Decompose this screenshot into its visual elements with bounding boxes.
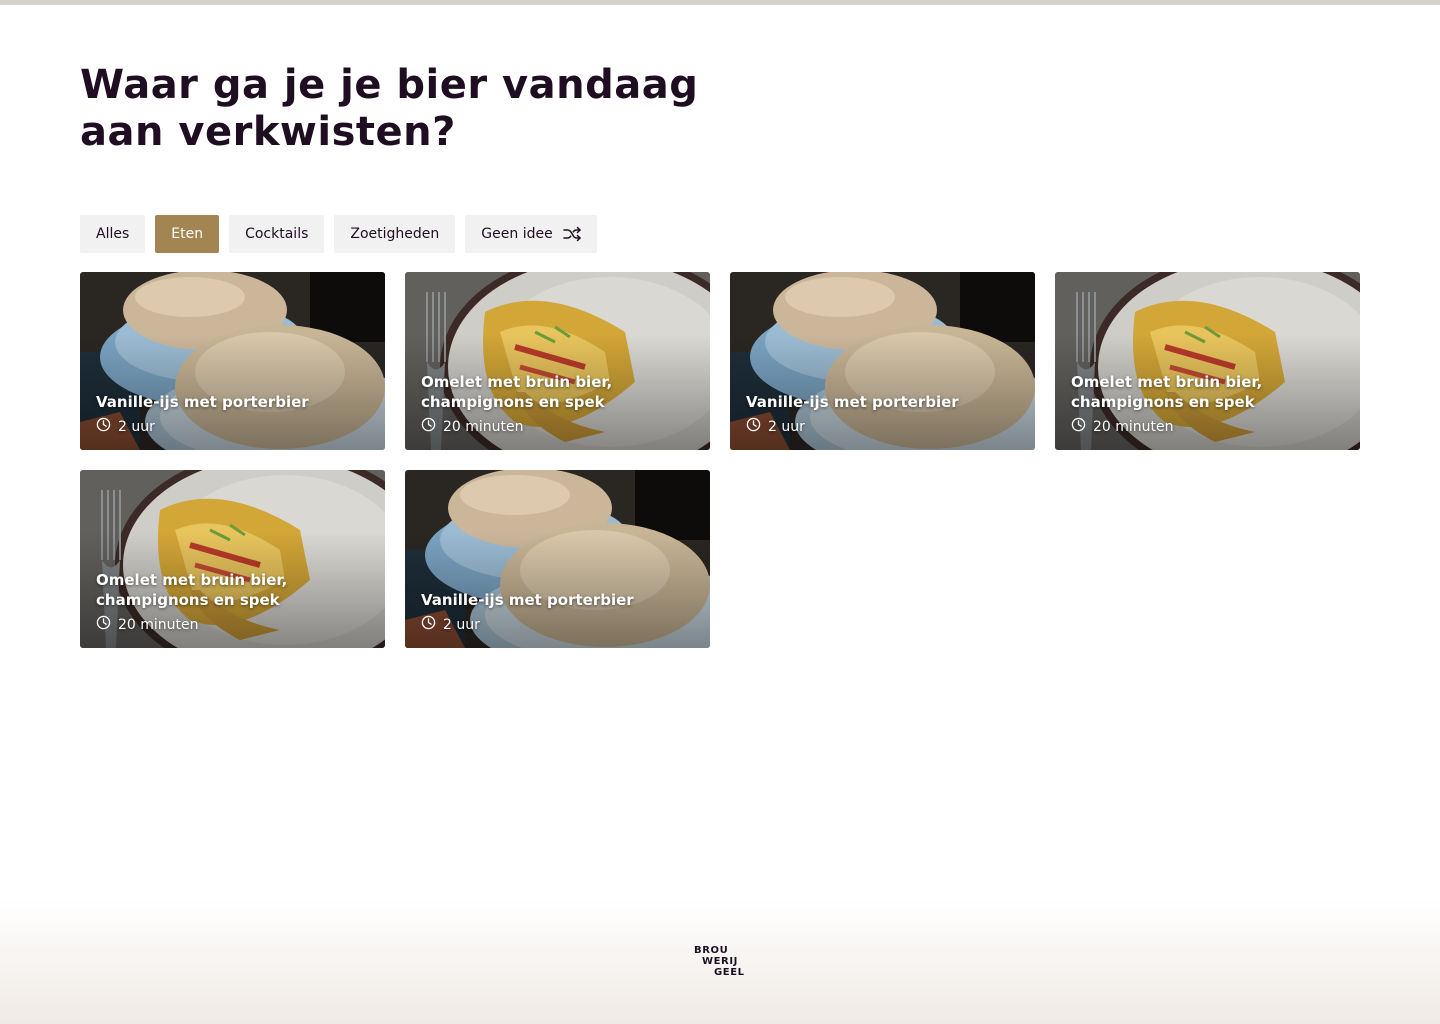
shuffle-icon: [562, 226, 581, 242]
logo-line: WERIJ: [702, 956, 739, 967]
recipe-card[interactable]: Vanille-ijs met porterbier 2 uur: [80, 272, 385, 450]
clock-icon: [1071, 417, 1086, 436]
recipe-card[interactable]: Vanille-ijs met porterbier 2 uur: [405, 470, 710, 648]
filter-label: Geen idee: [481, 226, 553, 242]
recipe-time: 20 minuten: [1071, 417, 1344, 436]
recipe-title: Omelet met bruin bier, champignons en sp…: [1071, 373, 1263, 411]
filter-label: Eten: [171, 226, 204, 242]
clock-icon: [421, 417, 436, 436]
recipe-title: Vanille-ijs met porterbier: [96, 393, 309, 411]
filter-random-button[interactable]: Geen idee: [465, 215, 597, 253]
recipe-title: Omelet met bruin bier, champignons en sp…: [96, 571, 288, 609]
recipe-meta: Vanille-ijs met porterbier 2 uur: [746, 392, 1019, 436]
recipe-card[interactable]: Vanille-ijs met porterbier 2 uur: [730, 272, 1035, 450]
recipe-time-label: 2 uur: [443, 616, 480, 633]
recipe-grid: Vanille-ijs met porterbier 2 uur Omelet …: [80, 272, 1360, 648]
recipe-time-label: 20 minuten: [118, 616, 199, 633]
recipe-title: Vanille-ijs met porterbier: [746, 393, 959, 411]
filter-label: Alles: [96, 226, 130, 242]
recipe-time-label: 20 minuten: [443, 418, 524, 435]
recipe-time-label: 2 uur: [768, 418, 805, 435]
recipe-card[interactable]: Omelet met bruin bier, champignons en sp…: [80, 470, 385, 648]
filter-alles-button[interactable]: Alles: [80, 215, 146, 253]
category-filters: Alles Eten Cocktails Zoetigheden Geen id…: [80, 215, 597, 253]
filter-label: Cocktails: [245, 226, 309, 242]
top-border: [0, 0, 1440, 5]
clock-icon: [96, 615, 111, 634]
recipe-time: 2 uur: [96, 417, 369, 436]
logo-line: GEEL: [714, 967, 745, 978]
recipe-meta: Omelet met bruin bier, champignons en sp…: [96, 570, 369, 634]
recipe-time: 20 minuten: [96, 615, 369, 634]
clock-icon: [746, 417, 761, 436]
recipe-title: Omelet met bruin bier, champignons en sp…: [421, 373, 613, 411]
clock-icon: [421, 615, 436, 634]
filter-zoetigheden-button[interactable]: Zoetigheden: [334, 215, 456, 253]
recipe-time-label: 2 uur: [118, 418, 155, 435]
recipe-time: 2 uur: [746, 417, 1019, 436]
page-title: Waar ga je je bier vandaag aan verkwiste…: [80, 62, 699, 155]
recipe-card[interactable]: Omelet met bruin bier, champignons en sp…: [405, 272, 710, 450]
brouwerij-geel-logo[interactable]: BROU WERIJ GEEL: [694, 945, 750, 978]
recipe-time-label: 20 minuten: [1093, 418, 1174, 435]
filter-cocktails-button[interactable]: Cocktails: [229, 215, 325, 253]
recipe-time: 2 uur: [421, 615, 694, 634]
recipe-meta: Omelet met bruin bier, champignons en sp…: [1071, 372, 1344, 436]
recipe-time: 20 minuten: [421, 417, 694, 436]
recipe-meta: Omelet met bruin bier, champignons en sp…: [421, 372, 694, 436]
recipe-meta: Vanille-ijs met porterbier 2 uur: [96, 392, 369, 436]
recipe-meta: Vanille-ijs met porterbier 2 uur: [421, 590, 694, 634]
filter-eten-button[interactable]: Eten: [155, 215, 220, 253]
logo-line: BROU: [694, 945, 729, 956]
recipe-card[interactable]: Omelet met bruin bier, champignons en sp…: [1055, 272, 1360, 450]
filter-label: Zoetigheden: [350, 226, 440, 242]
clock-icon: [96, 417, 111, 436]
recipe-title: Vanille-ijs met porterbier: [421, 591, 634, 609]
